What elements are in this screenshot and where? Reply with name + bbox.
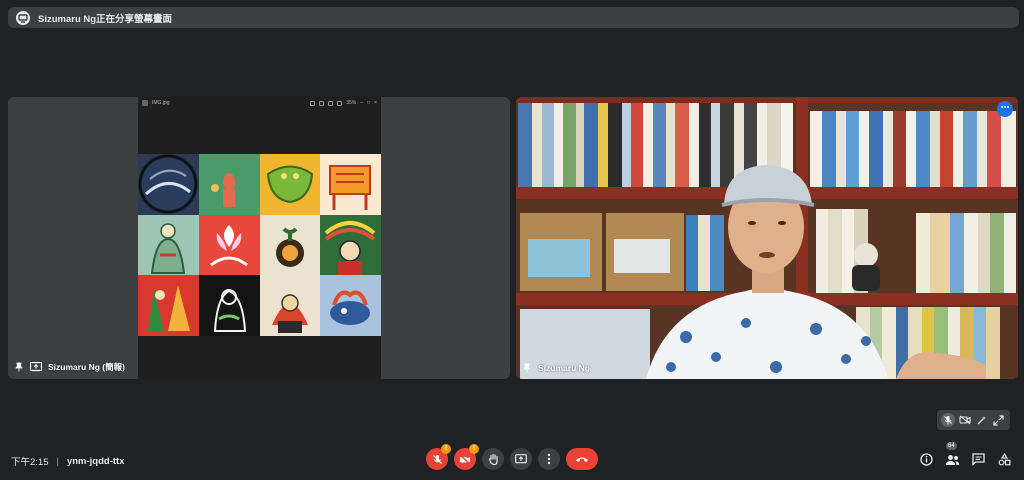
meeting-separator: | (56, 455, 59, 467)
activities-button[interactable] (996, 451, 1013, 468)
meeting-info: 下午2:15 | ynm-jqdd-ttx (11, 454, 125, 469)
artwork-tile (198, 214, 260, 276)
participant-label: Sizumaru Ng (簡報) (14, 361, 125, 373)
app-icon (142, 100, 148, 106)
pin-icon[interactable] (522, 363, 532, 373)
meeting-code[interactable]: ynm-jqdd-ttx (67, 456, 125, 467)
more-horiz-icon (1001, 106, 1009, 108)
window-close-icon: × (374, 100, 377, 106)
mic-off-icon[interactable] (941, 413, 956, 427)
meeting-details-button[interactable] (918, 451, 935, 468)
viewer-zoom: 35% (346, 100, 357, 106)
presenting-banner: Sizumaru Ng正在分享螢幕畫面 (8, 7, 1019, 28)
more-options-button[interactable] (538, 448, 560, 470)
self-view-controls (937, 410, 1010, 430)
chat-button[interactable] (970, 451, 987, 468)
camera-off-icon (459, 453, 471, 465)
leave-call-button[interactable] (566, 448, 598, 470)
present-now-button[interactable] (510, 448, 532, 470)
camera-off-icon[interactable] (958, 413, 972, 427)
artwork-tile (259, 275, 321, 336)
artwork-tile (198, 154, 260, 215)
mic-off-icon (432, 454, 442, 464)
people-count-badge: 64 (946, 442, 957, 450)
presenting-icon (16, 10, 30, 25)
viewer-toolbar-icon (328, 100, 334, 106)
present-icon (515, 453, 527, 463)
artwork-tile (138, 214, 199, 276)
mic-warning-badge: ! (441, 444, 451, 454)
camera-toggle-button[interactable]: ! (454, 444, 479, 470)
visual-effects-icon[interactable] (975, 413, 989, 427)
artwork-tile (320, 154, 381, 215)
meeting-time: 下午2:15 (11, 457, 49, 468)
artwork-tile (320, 214, 381, 276)
artwork-tile (259, 214, 321, 276)
side-panel-controls: 64 (918, 442, 1013, 468)
artwork-tile (320, 275, 381, 336)
call-controls: ! ! (426, 444, 598, 470)
expand-icon[interactable] (992, 413, 1006, 427)
present-screen-icon (30, 362, 42, 372)
raise-hand-button[interactable] (482, 448, 504, 470)
photo-viewer-titlebar: IMG.jpg 35% – □ × (138, 97, 381, 109)
more-vert-icon (547, 453, 551, 465)
hangup-icon (576, 457, 588, 462)
viewer-toolbar-icon (310, 100, 316, 106)
meet-window: Sizumaru Ng正在分享螢幕畫面 IMG.jpg 35% – □ × Si… (0, 0, 1024, 480)
camera-warning-badge: ! (469, 444, 479, 454)
participant-name: Sizumaru Ng (簡報) (48, 362, 125, 372)
participant-label: Sizumaru Ng (522, 363, 590, 373)
artwork-tile (198, 275, 260, 336)
artwork-tile (138, 275, 199, 336)
info-icon (920, 453, 933, 466)
participant-name: Sizumaru Ng (538, 363, 590, 373)
window-maximize-icon: □ (367, 100, 371, 106)
tile-more-options-button[interactable] (997, 101, 1013, 117)
viewer-toolbar-icon (319, 100, 325, 106)
people-button[interactable]: 64 (944, 442, 961, 468)
pin-icon[interactable] (14, 362, 24, 372)
people-icon (945, 454, 960, 465)
bottom-toolbar: 下午2:15 | ynm-jqdd-ttx ! ! 64 (0, 440, 1024, 480)
camera-tile[interactable]: Sizumaru Ng (516, 97, 1018, 379)
raise-hand-icon (488, 453, 498, 465)
artwork-tile (138, 154, 199, 215)
activities-icon (998, 453, 1011, 466)
viewer-toolbar-icon (337, 100, 343, 106)
viewer-filename: IMG.jpg (152, 100, 170, 106)
artwork-grid (138, 154, 381, 336)
chat-icon (972, 453, 985, 466)
artwork-tile (259, 154, 321, 215)
camera-feed (516, 97, 1018, 379)
mic-toggle-button[interactable]: ! (426, 444, 451, 470)
presenting-text: Sizumaru Ng正在分享螢幕畫面 (38, 13, 173, 25)
shared-screen-window: IMG.jpg 35% – □ × (138, 97, 381, 379)
presentation-tile[interactable]: IMG.jpg 35% – □ × Sizumaru Ng (簡報) (8, 97, 510, 379)
window-minimize-icon: – (360, 100, 364, 106)
